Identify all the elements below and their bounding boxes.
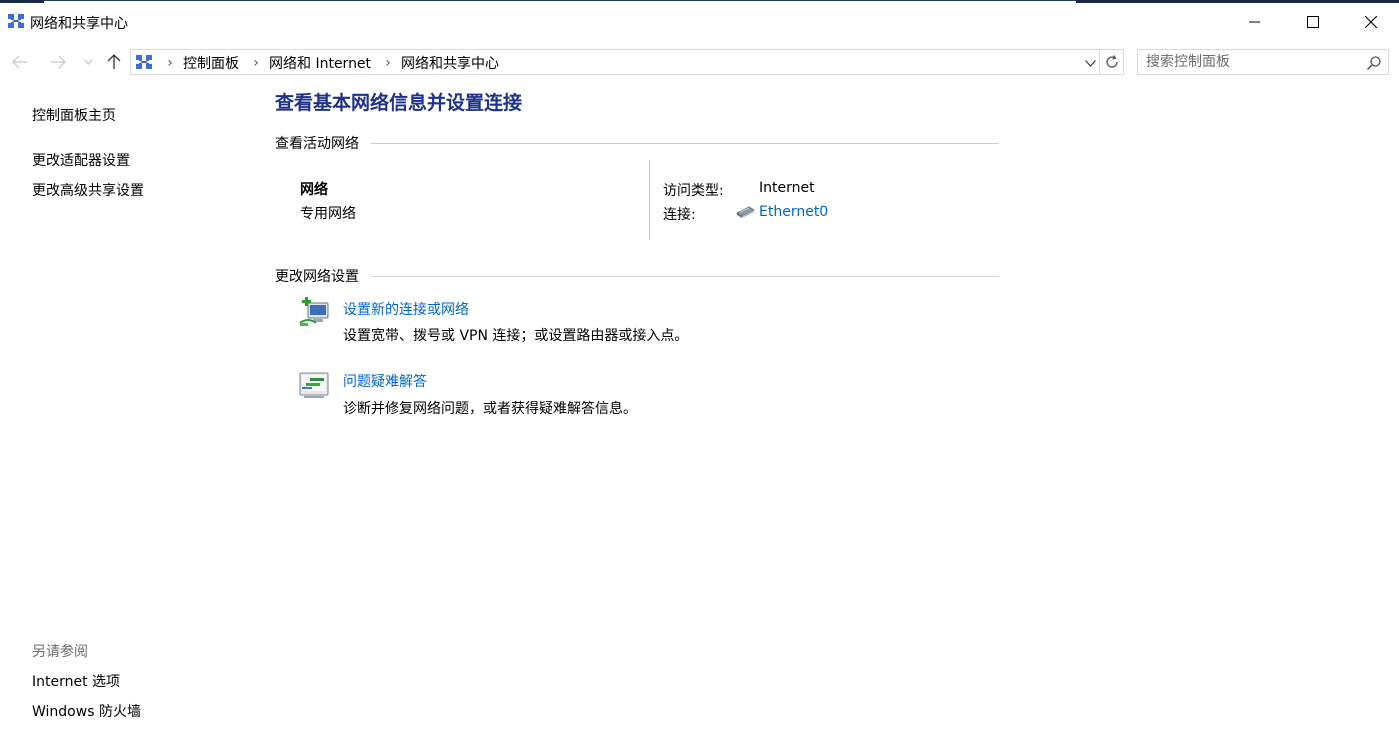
troubleshoot-desc: 诊断并修复网络问题，或者获得疑难解答信息。 <box>343 401 637 417</box>
troubleshoot-icon[interactable] <box>298 369 330 401</box>
sidebar-item-internet-options[interactable]: Internet 选项 <box>32 671 120 691</box>
up-button[interactable] <box>100 48 128 76</box>
search-icon[interactable] <box>1366 55 1382 71</box>
window-title: 网络和共享中心 <box>30 16 128 32</box>
maximize-button[interactable] <box>1284 3 1342 41</box>
chevron-right-icon[interactable]: › <box>247 55 265 71</box>
up-arrow-icon <box>107 54 121 69</box>
forward-button[interactable] <box>44 48 72 76</box>
troubleshoot-link[interactable]: 问题疑难解答 <box>343 371 427 391</box>
chevron-right-icon[interactable]: › <box>161 55 179 71</box>
breadcrumb: › 控制面板 › 网络和 Internet › 网络和共享中心 <box>161 53 507 73</box>
close-button[interactable] <box>1342 3 1399 41</box>
network-type: 专用网络 <box>300 206 356 222</box>
back-arrow-icon <box>12 55 27 69</box>
active-networks-header: 查看活动网络 <box>275 133 999 153</box>
chevron-down-icon <box>83 59 93 65</box>
sidebar-item-change-adapter[interactable]: 更改适配器设置 <box>32 150 130 170</box>
refresh-icon <box>1105 55 1118 68</box>
sidebar-item-windows-firewall[interactable]: Windows 防火墙 <box>32 701 141 721</box>
maximize-icon <box>1307 16 1319 28</box>
network-name: 网络 <box>300 182 328 198</box>
change-settings-title: 更改网络设置 <box>275 266 365 286</box>
see-also-heading: 另请参阅 <box>32 644 88 660</box>
connection-label: 连接: <box>663 207 696 223</box>
close-icon <box>1365 16 1377 28</box>
refresh-button[interactable] <box>1100 49 1124 75</box>
ethernet-icon <box>736 206 755 218</box>
search-box[interactable] <box>1137 49 1389 75</box>
access-type-value: Internet <box>759 180 815 196</box>
setup-new-connection-link[interactable]: 设置新的连接或网络 <box>343 299 469 319</box>
section-divider <box>371 143 999 144</box>
access-type-label: 访问类型: <box>663 183 724 199</box>
network-center-icon <box>136 55 152 69</box>
chevron-down-icon <box>1084 59 1096 67</box>
active-networks-title: 查看活动网络 <box>275 133 365 153</box>
top-border-middle <box>44 0 1076 1</box>
navigation-bar: › 控制面板 › 网络和 Internet › 网络和共享中心 <box>0 44 1399 80</box>
forward-arrow-icon <box>51 55 66 69</box>
back-button[interactable] <box>6 48 34 76</box>
search-input[interactable] <box>1146 53 1356 71</box>
section-divider <box>371 276 999 277</box>
minimize-icon <box>1249 21 1260 23</box>
breadcrumb-network-center[interactable]: 网络和共享中心 <box>397 53 507 73</box>
vertical-divider <box>649 160 650 240</box>
connection-link-ethernet0[interactable]: Ethernet0 <box>759 204 828 220</box>
page-title: 查看基本网络信息并设置连接 <box>275 92 523 114</box>
address-dropdown-button[interactable] <box>1081 54 1099 72</box>
new-connection-icon[interactable] <box>298 297 330 329</box>
change-settings-header: 更改网络设置 <box>275 266 999 286</box>
main-content: 查看基本网络信息并设置连接 查看活动网络 网络 专用网络 访问类型: Inter… <box>275 80 1399 738</box>
title-bar[interactable]: 网络和共享中心 <box>0 3 1399 41</box>
breadcrumb-network-internet[interactable]: 网络和 Internet <box>265 53 379 73</box>
chevron-right-icon[interactable]: › <box>379 55 397 71</box>
address-bar[interactable]: › 控制面板 › 网络和 Internet › 网络和共享中心 <box>130 49 1100 75</box>
breadcrumb-control-panel[interactable]: 控制面板 <box>179 53 247 73</box>
network-center-icon <box>8 14 24 28</box>
sidebar-item-control-panel-home[interactable]: 控制面板主页 <box>32 105 116 125</box>
sidebar: 控制面板主页 更改适配器设置 更改高级共享设置 另请参阅 Internet 选项… <box>0 80 260 738</box>
minimize-button[interactable] <box>1226 3 1284 41</box>
sidebar-item-advanced-sharing[interactable]: 更改高级共享设置 <box>32 180 144 200</box>
recent-locations-button[interactable] <box>80 48 96 76</box>
setup-new-connection-desc: 设置宽带、拨号或 VPN 连接；或设置路由器或接入点。 <box>343 328 689 344</box>
